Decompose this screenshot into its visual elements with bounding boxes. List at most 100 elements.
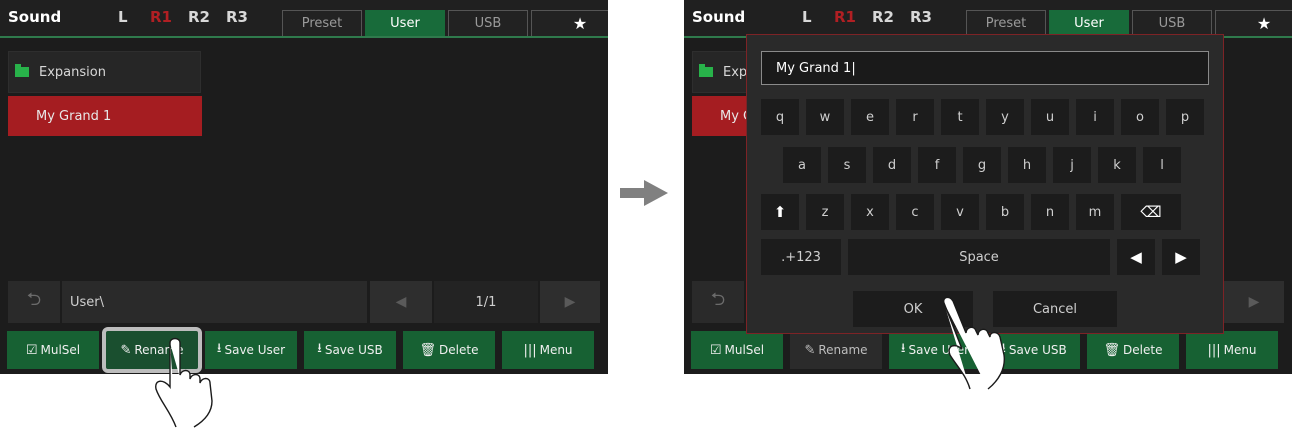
- backspace-icon: ⌫: [1140, 203, 1162, 221]
- header-bar: Sound L R1 R2 R3 Preset User USB ★: [684, 0, 1292, 38]
- sound-screen-before: Sound L R1 R2 R3 Preset User USB ★ Expan…: [0, 0, 608, 374]
- star-icon: ★: [572, 14, 588, 33]
- register-r2[interactable]: R2: [872, 8, 894, 26]
- delete-button[interactable]: 🗑 Delete: [403, 331, 495, 369]
- register-l[interactable]: L: [118, 8, 128, 26]
- key-n[interactable]: n: [1031, 194, 1069, 230]
- key-row-2: a s d f g h j k l: [783, 147, 1188, 183]
- folder-icon: [699, 64, 713, 77]
- key-y[interactable]: y: [986, 99, 1024, 135]
- cursor-right-key[interactable]: ▶: [1162, 239, 1200, 275]
- name-input[interactable]: My Grand 1|: [761, 51, 1209, 85]
- key-m[interactable]: m: [1076, 194, 1114, 230]
- register-r1[interactable]: R1: [834, 8, 856, 26]
- key-k[interactable]: k: [1098, 147, 1136, 183]
- key-g[interactable]: g: [963, 147, 1001, 183]
- triangle-left-icon: ◀: [395, 294, 407, 310]
- mulsel-button[interactable]: ☑ MulSel: [691, 331, 783, 369]
- register-r1[interactable]: R1: [150, 8, 172, 26]
- usb-save-icon: ⭳: [317, 341, 322, 356]
- trash-icon: 🗑: [1103, 342, 1121, 358]
- register-r3[interactable]: R3: [910, 8, 932, 26]
- folder-icon: [15, 64, 29, 77]
- back-button[interactable]: ⮌: [8, 281, 60, 323]
- tab-user[interactable]: User: [1049, 10, 1129, 36]
- back-button[interactable]: ⮌: [692, 281, 744, 323]
- key-d[interactable]: d: [873, 147, 911, 183]
- checkbox-icon: ☑: [25, 342, 38, 358]
- checkbox-icon: ☑: [709, 342, 722, 358]
- rename-icon: ✎: [120, 342, 132, 358]
- rename-button[interactable]: ✎ Rename: [790, 331, 882, 369]
- register-r3[interactable]: R3: [226, 8, 248, 26]
- page-title: Sound: [692, 8, 746, 26]
- mode-switch-key[interactable]: .+123: [761, 239, 841, 275]
- key-u[interactable]: u: [1031, 99, 1069, 135]
- mulsel-button[interactable]: ☑ MulSel: [7, 331, 99, 369]
- key-c[interactable]: c: [896, 194, 934, 230]
- register-l[interactable]: L: [802, 8, 812, 26]
- key-e[interactable]: e: [851, 99, 889, 135]
- cursor-left-key[interactable]: ◀: [1117, 239, 1155, 275]
- key-row-4: .+123 Space ◀ ▶: [761, 239, 1207, 275]
- file-label: My Grand 1: [36, 108, 112, 124]
- tab-user[interactable]: User: [365, 10, 445, 36]
- menu-button[interactable]: ||| Menu: [502, 331, 594, 369]
- menu-button[interactable]: ||| Menu: [1186, 331, 1278, 369]
- shift-key[interactable]: ⬆: [761, 194, 799, 230]
- menu-icon: |||: [1207, 342, 1221, 358]
- back-arrow-icon: ⮌: [26, 289, 42, 310]
- page-next-button[interactable]: ▶: [1224, 281, 1284, 323]
- key-b[interactable]: b: [986, 194, 1024, 230]
- register-r2[interactable]: R2: [188, 8, 210, 26]
- trash-icon: 🗑: [419, 342, 437, 358]
- bottom-toolbar: ☑ MulSel ✎ Rename ⭳ Save User ⭳ Save USB 🗑 De…: [7, 327, 594, 373]
- key-row-3: ⬆ z x c v b n m ⌫: [761, 194, 1188, 230]
- tab-usb[interactable]: USB: [1132, 10, 1212, 36]
- folder-label: Expansion: [39, 64, 106, 80]
- path-display: User\: [62, 281, 367, 323]
- space-key[interactable]: Space: [848, 239, 1110, 275]
- backspace-key[interactable]: ⌫: [1121, 194, 1181, 230]
- tab-favorites[interactable]: ★: [531, 10, 608, 36]
- page-indicator: 1/1: [434, 281, 538, 323]
- shift-icon: ⬆: [773, 203, 787, 221]
- tab-usb[interactable]: USB: [448, 10, 528, 36]
- key-j[interactable]: j: [1053, 147, 1091, 183]
- back-arrow-icon: ⮌: [710, 289, 726, 310]
- tab-favorites[interactable]: ★: [1215, 10, 1292, 36]
- list-item-selected[interactable]: My Grand 1: [8, 96, 202, 136]
- list-item-folder[interactable]: Expansion: [8, 51, 201, 93]
- save-usb-button[interactable]: ⭳ Save USB: [304, 331, 396, 369]
- key-x[interactable]: x: [851, 194, 889, 230]
- triangle-right-icon: ▶: [1248, 294, 1260, 310]
- key-i[interactable]: i: [1076, 99, 1114, 135]
- key-h[interactable]: h: [1008, 147, 1046, 183]
- tab-preset[interactable]: Preset: [966, 10, 1046, 36]
- page-prev-button[interactable]: ◀: [370, 281, 432, 323]
- key-row-1: q w e r t y u i o p: [761, 99, 1211, 135]
- key-w[interactable]: w: [806, 99, 844, 135]
- delete-button[interactable]: 🗑 Delete: [1087, 331, 1179, 369]
- star-icon: ★: [1256, 14, 1272, 33]
- triangle-right-icon: ▶: [564, 294, 576, 310]
- key-t[interactable]: t: [941, 99, 979, 135]
- key-f[interactable]: f: [918, 147, 956, 183]
- page-next-button[interactable]: ▶: [540, 281, 600, 323]
- key-o[interactable]: o: [1121, 99, 1159, 135]
- key-a[interactable]: a: [783, 147, 821, 183]
- key-l[interactable]: l: [1143, 147, 1181, 183]
- key-p[interactable]: p: [1166, 99, 1204, 135]
- rename-icon: ✎: [804, 342, 816, 358]
- key-z[interactable]: z: [806, 194, 844, 230]
- rename-keyboard-dialog: My Grand 1| q w e r t y u i o p a s d f …: [746, 34, 1224, 334]
- header-bar: Sound L R1 R2 R3 Preset User USB ★: [0, 0, 608, 38]
- key-q[interactable]: q: [761, 99, 799, 135]
- key-s[interactable]: s: [828, 147, 866, 183]
- save-icon: ⭳: [900, 341, 906, 356]
- key-v[interactable]: v: [941, 194, 979, 230]
- key-r[interactable]: r: [896, 99, 934, 135]
- page-title: Sound: [8, 8, 62, 26]
- tab-preset[interactable]: Preset: [282, 10, 362, 36]
- menu-icon: |||: [523, 342, 537, 358]
